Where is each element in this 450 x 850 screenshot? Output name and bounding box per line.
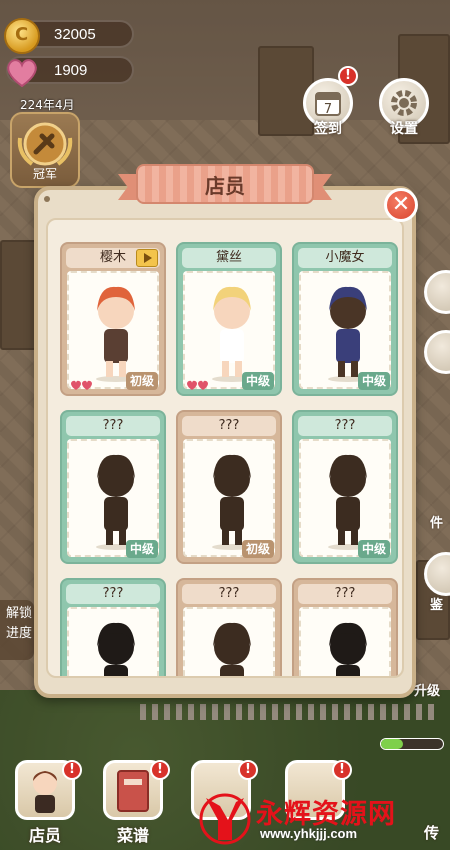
staff-card[interactable]: ??? xyxy=(176,578,282,676)
close-button[interactable]: ✕ xyxy=(384,188,418,222)
staff-name: ??? xyxy=(298,416,392,436)
staff-level-badge: 初级 xyxy=(241,540,274,558)
staff-portrait xyxy=(183,607,275,676)
shop-progress-bar xyxy=(380,738,444,750)
staff-card[interactable]: 黛丝中级 xyxy=(176,242,282,396)
side-label-1: 件 xyxy=(430,516,444,531)
calendar-icon: 7 xyxy=(315,92,341,117)
staff-name: ??? xyxy=(182,416,276,436)
heart-counter: 1909 xyxy=(6,56,134,88)
staff-card[interactable]: 小魔女中级 xyxy=(292,242,398,396)
staff-card[interactable]: ??? xyxy=(60,578,166,676)
heart-value: 1909 xyxy=(54,62,88,79)
watermark-logo xyxy=(199,793,251,845)
affection-hearts-icon xyxy=(186,376,210,390)
staff-alert-badge: ! xyxy=(62,760,82,780)
staff-card[interactable]: ??? 初级 xyxy=(176,410,282,564)
menu-alert-badge: ! xyxy=(150,760,170,780)
checkin-button[interactable]: 7 签到 ! xyxy=(300,66,358,140)
staff-card[interactable]: 樱木 初级 xyxy=(60,242,166,396)
staff-character-figure xyxy=(328,454,368,550)
staff-level-badge: 初级 xyxy=(125,372,158,390)
staff-character-figure xyxy=(96,286,136,382)
staff-level-badge: 中级 xyxy=(357,372,390,390)
checkin-alert-badge: ! xyxy=(338,66,358,86)
staff-level-badge: 中级 xyxy=(357,540,390,558)
watermark-url: www.yhkjjj.com xyxy=(260,826,358,841)
staff-level-badge: 中级 xyxy=(241,372,274,390)
settings-label: 设置 xyxy=(390,121,418,137)
staff-character-figure xyxy=(212,286,252,382)
checkin-day: 7 xyxy=(324,102,332,117)
staff-portrait xyxy=(299,607,391,676)
modal-title-ribbon: 店员 xyxy=(118,164,332,210)
unlock-label-line1: 解锁 xyxy=(6,606,33,621)
coin-value: 32005 xyxy=(54,26,96,43)
staff-card-grid[interactable]: 樱木 初级 黛丝 中级 小魔女 中级??? 中级??? 初级??? 中级????????? xyxy=(46,218,404,678)
unlock-label-line2: 进度 xyxy=(6,626,33,641)
coin-counter: 32005 xyxy=(4,18,134,54)
promo-alert-badge: ! xyxy=(332,760,352,780)
staff-character-figure xyxy=(329,622,367,676)
staff-character-figure xyxy=(212,454,252,550)
staff-name: 黛丝 xyxy=(182,248,276,268)
staff-name: ??? xyxy=(298,584,392,604)
staff-tab-button[interactable]: 店员 ! xyxy=(10,760,82,848)
staff-level-badge: 中级 xyxy=(125,540,158,558)
menu-tab-button[interactable]: 菜谱 ! xyxy=(98,760,170,848)
site-watermark: 永辉资源网 www.yhkjjj.com xyxy=(198,792,446,848)
decor-alert-badge: ! xyxy=(238,760,258,780)
gear-icon xyxy=(391,90,417,116)
settings-button[interactable]: 设置 xyxy=(376,78,432,140)
unlock-progress-panel[interactable]: 解锁 进度 xyxy=(0,600,34,660)
champion-label: 冠军 xyxy=(32,167,57,181)
side-label-3: 升级 xyxy=(414,684,441,699)
staff-name: ??? xyxy=(182,584,276,604)
checkin-label: 签到 xyxy=(314,121,342,137)
affection-hearts-icon xyxy=(70,376,94,390)
staff-card[interactable]: ??? xyxy=(292,578,398,676)
staff-character-figure xyxy=(328,286,368,382)
staff-character-figure xyxy=(97,622,135,676)
staff-tab-label: 店员 xyxy=(28,826,61,845)
staff-card[interactable]: ??? 中级 xyxy=(292,410,398,564)
staff-portrait xyxy=(67,607,159,676)
staff-name: ??? xyxy=(66,584,160,604)
shop-progress-fill xyxy=(381,739,403,749)
champion-button[interactable]: 冠军 xyxy=(10,112,80,188)
video-icon[interactable] xyxy=(136,249,158,267)
heart-icon xyxy=(7,59,37,88)
side-label-2: 鉴 xyxy=(430,598,444,613)
menu-tab-label: 菜谱 xyxy=(116,826,149,845)
modal-title: 店员 xyxy=(205,174,245,198)
staff-name: 小魔女 xyxy=(298,248,392,268)
staff-name: ??? xyxy=(66,416,160,436)
coin-icon xyxy=(4,18,40,54)
staff-character-figure xyxy=(213,622,251,676)
game-date: 224年4月 xyxy=(20,98,75,112)
staff-card[interactable]: ??? 中级 xyxy=(60,410,166,564)
staff-character-figure xyxy=(96,454,136,550)
staff-modal: 樱木 初级 黛丝 中级 小魔女 中级??? 中级??? 初级??? 中级????????? xyxy=(34,186,416,698)
